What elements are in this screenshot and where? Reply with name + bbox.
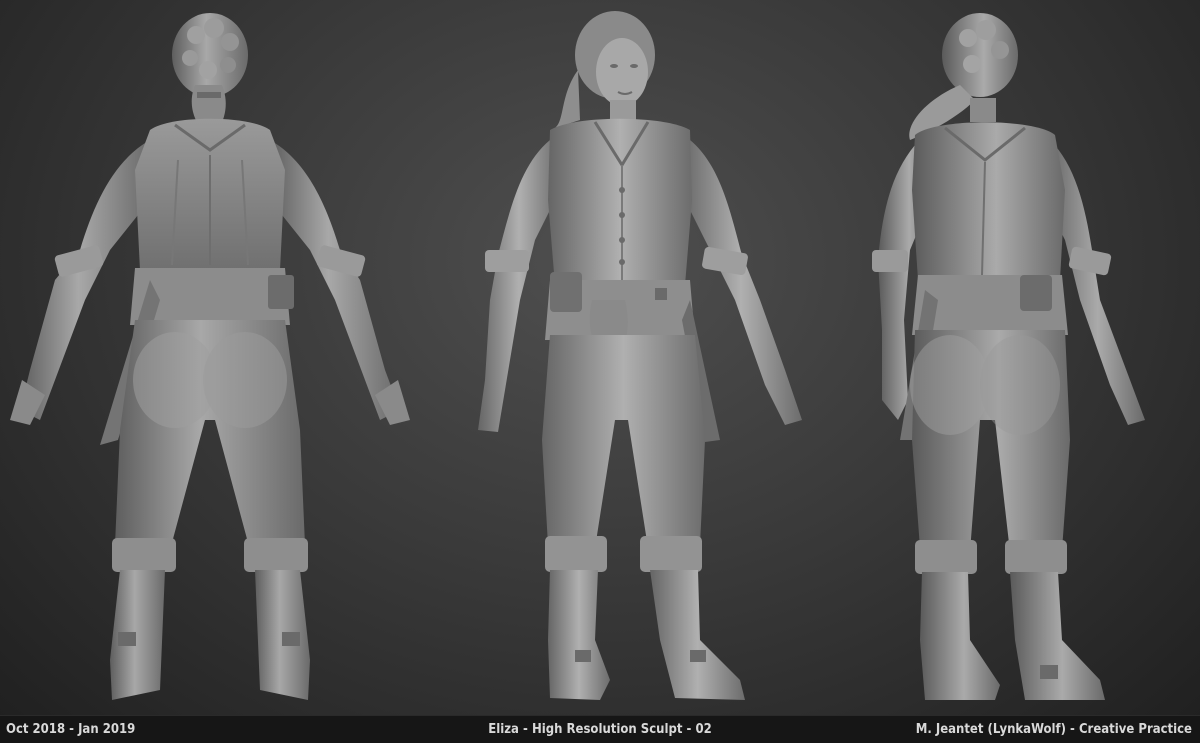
trousers [112, 320, 308, 572]
caption-bar: Oct 2018 - Jan 2019 Eliza - High Resolut… [0, 715, 1200, 743]
render-canvas: Oct 2018 - Jan 2019 Eliza - High Resolut… [0, 0, 1200, 743]
boots [920, 572, 1105, 700]
boots [548, 570, 745, 700]
three-quarter-back-view-sculpt [872, 13, 1145, 700]
hair [909, 13, 1018, 140]
trousers [910, 330, 1070, 574]
head [555, 11, 655, 128]
boots [110, 570, 310, 700]
torso [135, 118, 285, 270]
front-view-sculpt [478, 11, 802, 700]
credit-caption: M. Jeantet (LynkaWolf) - Creative Practi… [915, 722, 1192, 737]
back-view-sculpt [10, 13, 410, 700]
shirt [548, 118, 692, 285]
trousers [542, 335, 705, 572]
torso [912, 122, 1065, 280]
